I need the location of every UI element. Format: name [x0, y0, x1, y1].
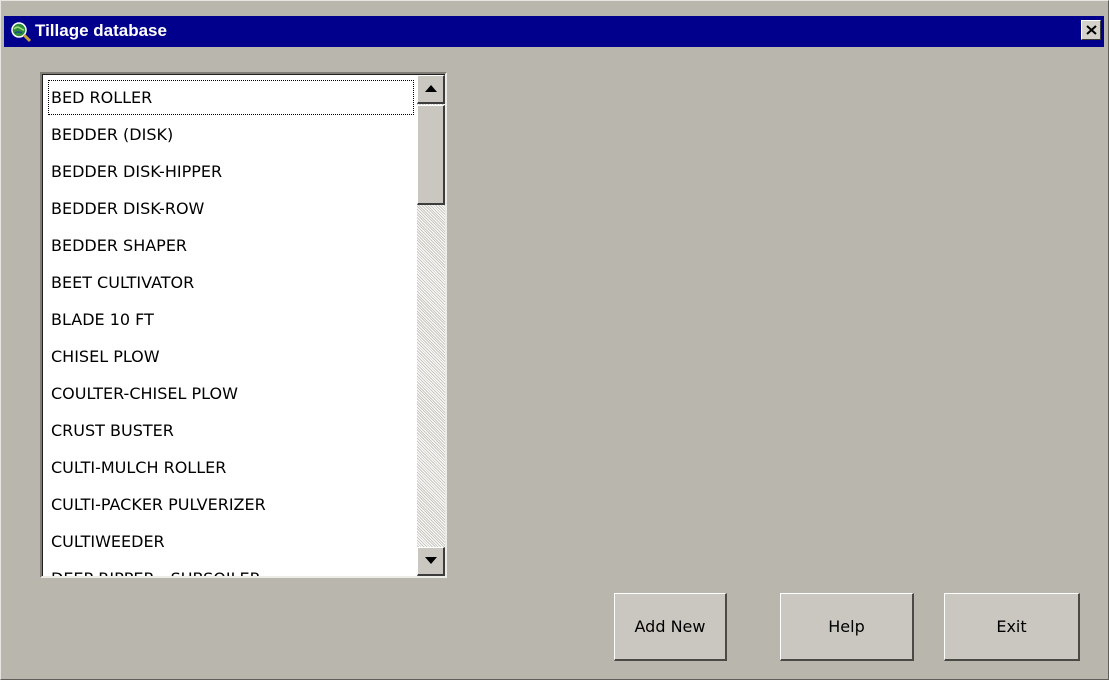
tillage-listbox[interactable]: BED ROLLER BEDDER (DISK) BEDDER DISK-HIPPE… [40, 72, 447, 578]
globe-magnifier-icon [10, 21, 32, 43]
list-items: BED ROLLER BEDDER (DISK) BEDDER DISK-HIPPE… [47, 79, 415, 576]
scroll-down-button[interactable] [417, 547, 445, 576]
list-item[interactable]: BEET CULTIVATOR [47, 264, 415, 301]
list-item[interactable]: BED ROLLER [47, 79, 415, 116]
arrow-up-icon [425, 85, 437, 92]
help-button[interactable]: Help [780, 593, 914, 661]
close-icon [1086, 25, 1097, 35]
list-item[interactable]: BEDDER SHAPER [47, 227, 415, 264]
list-item[interactable]: BEDDER DISK-ROW [47, 190, 415, 227]
vertical-scrollbar[interactable] [417, 75, 445, 576]
list-item[interactable]: BEDDER DISK-HIPPER [47, 153, 415, 190]
list-item[interactable]: BLADE 10 FT [47, 301, 415, 338]
list-item[interactable]: CULTI-MULCH ROLLER [47, 449, 415, 486]
tillage-database-window: Tillage database BED ROLLER BEDDER (DISK)… [0, 0, 1109, 680]
list-item[interactable]: DEEP RIPPER - SUBSOILER [47, 560, 415, 576]
list-item[interactable]: BEDDER (DISK) [47, 116, 415, 153]
exit-button[interactable]: Exit [944, 593, 1080, 661]
list-item[interactable]: CHISEL PLOW [47, 338, 415, 375]
add-new-button[interactable]: Add New [614, 593, 727, 661]
list-item[interactable]: COULTER-CHISEL PLOW [47, 375, 415, 412]
close-button[interactable] [1081, 20, 1101, 40]
listbox-frame: BED ROLLER BEDDER (DISK) BEDDER DISK-HIPPE… [42, 74, 445, 576]
scroll-up-button[interactable] [417, 75, 445, 104]
arrow-down-icon [425, 557, 437, 564]
scroll-thumb[interactable] [417, 105, 445, 205]
window-title: Tillage database [35, 21, 167, 40]
list-item[interactable]: CRUST BUSTER [47, 412, 415, 449]
title-bar[interactable]: Tillage database [4, 16, 1104, 47]
list-item[interactable]: CULTI-PACKER PULVERIZER [47, 486, 415, 523]
list-item[interactable]: CULTIWEEDER [47, 523, 415, 560]
